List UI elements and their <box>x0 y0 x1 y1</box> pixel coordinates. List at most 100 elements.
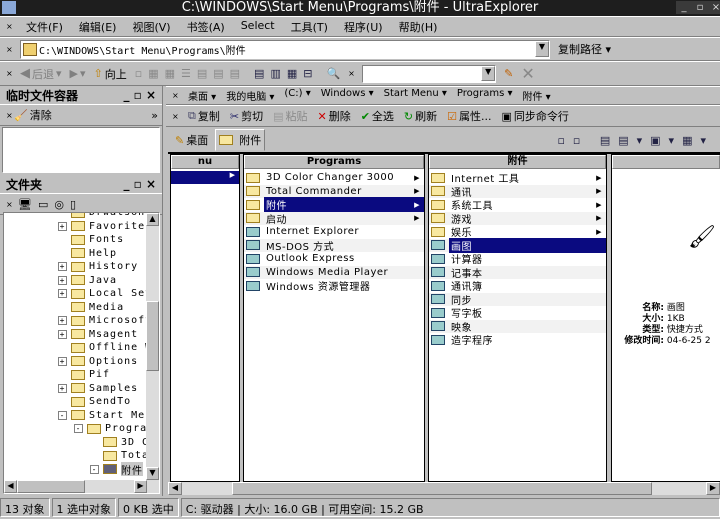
view-mode-buttons[interactable]: ▫▦▦☰▤▤▤ <box>135 67 246 80</box>
menu-item[interactable]: 视图(V) <box>132 19 170 35</box>
folder-tree[interactable]: Drwatson + Favorites Fonts Help + History + Java… <box>3 212 160 494</box>
grip-icon[interactable]: × <box>172 112 179 121</box>
expand-icon[interactable]: + <box>58 221 67 231</box>
breadcrumb-item[interactable]: Start Menu ▾ <box>384 88 447 103</box>
tree-item[interactable]: SendTo <box>4 395 146 409</box>
list-item[interactable]: Outlook Express <box>244 252 424 266</box>
breadcrumb-item[interactable]: (C:) ▾ <box>284 88 310 103</box>
list-item[interactable]: 游戏 ▶ <box>429 211 606 226</box>
list-item[interactable]: Internet 工具 ▶ <box>429 171 606 185</box>
list-item[interactable]: MS-DOS 方式 <box>244 238 424 253</box>
tree-item[interactable]: + Microsoft. <box>4 314 146 328</box>
tree-item[interactable]: - 附件 <box>4 461 146 476</box>
action-properties-button[interactable]: ☑ 属性... <box>447 108 491 124</box>
grip-icon[interactable]: × <box>6 111 13 120</box>
address-input[interactable]: C:\WINDOWS\Start Menu\Programs\附件 ▼ <box>20 39 550 59</box>
breadcrumb-item[interactable]: 附件 ▾ <box>523 88 551 103</box>
maximize-button[interactable]: ▫ <box>692 1 708 14</box>
tree-item[interactable]: 3D C <box>4 436 146 450</box>
grip-icon[interactable]: × <box>6 69 13 78</box>
panel-controls[interactable]: _ ▫ × <box>123 177 156 191</box>
menu-item[interactable]: 编辑(E) <box>79 19 117 35</box>
drive-icon[interactable]: ▭ <box>38 198 48 211</box>
list-item[interactable]: 映象 <box>429 319 606 334</box>
chevron-down-icon[interactable]: ▾ <box>266 92 274 103</box>
column-header[interactable]: Programs <box>244 155 424 169</box>
tree-item[interactable]: Media <box>4 301 146 315</box>
tree-item[interactable]: + Msagent <box>4 328 146 342</box>
list-item[interactable]: 造字程序 <box>429 333 606 347</box>
expand-icon[interactable]: + <box>58 275 67 285</box>
list-item[interactable]: 同步 <box>429 292 606 307</box>
minimize-button[interactable]: _ <box>676 1 692 14</box>
collapse-icon[interactable]: - <box>74 424 83 434</box>
breadcrumb-item[interactable]: Windows ▾ <box>321 88 374 103</box>
menu-item[interactable]: 帮助(H) <box>399 19 438 35</box>
tree-item[interactable]: Help <box>4 247 146 261</box>
column-1[interactable]: nu ▶ <box>170 154 240 482</box>
column-programs[interactable]: Programs 3D Color Changer 3000 ▶ Total Comm… <box>243 154 425 482</box>
edit-icon[interactable]: ✎ <box>504 67 513 80</box>
layout-buttons[interactable]: ▤▥▦⊟ <box>254 67 318 80</box>
tree-item[interactable]: + Local Sett <box>4 287 146 301</box>
column-header[interactable]: 附件 <box>429 155 606 169</box>
clear-button[interactable]: × 🧹 清除 <box>6 107 52 123</box>
scroll-right-button[interactable]: ▶ <box>134 480 147 493</box>
forward-button[interactable]: ▶ ▾ <box>70 67 86 80</box>
action-refresh-button[interactable]: ↻ 刷新 <box>404 108 437 124</box>
grip-icon[interactable]: × <box>6 200 13 209</box>
action-cut-button[interactable]: ✂ 剪切 <box>230 108 263 124</box>
action-paste-button[interactable]: ▤ 粘贴 <box>273 108 307 124</box>
back-button[interactable]: ◀ 后退 ▾ <box>20 66 62 82</box>
column-accessories[interactable]: 附件 Internet 工具 ▶ 通讯 ▶ 系统工具 ▶ 游戏 ▶ 娱乐 ▶ 画图 计算器 记事本 通讯簿同… <box>428 154 607 482</box>
list-item[interactable]: 记事本 <box>429 265 606 280</box>
action-console-button[interactable]: ▣ 同步命令行 <box>502 108 569 124</box>
list-item[interactable]: 通讯簿 <box>429 279 606 293</box>
list-item[interactable]: 3D Color Changer 3000 ▶ <box>244 171 424 185</box>
tree-item[interactable]: + Options <box>4 355 146 369</box>
expand-icon[interactable]: + <box>58 329 67 339</box>
search-dropdown[interactable]: ▼ <box>481 65 496 81</box>
scroll-left-button[interactable]: ◀ <box>168 482 182 495</box>
chevron-down-icon[interactable]: ▾ <box>303 88 311 99</box>
list-item[interactable]: 画图 <box>429 237 606 253</box>
scroll-left-button[interactable]: ◀ <box>4 480 17 493</box>
scroll-down-button[interactable]: ▼ <box>146 467 159 480</box>
copy-path-button[interactable]: 复制路径 ▾ <box>558 41 611 57</box>
tree-item[interactable]: Pif <box>4 368 146 382</box>
breadcrumb-item[interactable]: Programs ▾ <box>457 88 513 103</box>
list-item[interactable]: 启动 ▶ <box>244 211 424 226</box>
list-item[interactable]: 系统工具 ▶ <box>429 198 606 212</box>
breadcrumb-item[interactable]: 桌面 ▾ <box>188 88 216 103</box>
scroll-up-button[interactable]: ▲ <box>146 213 159 226</box>
action-copy-button[interactable]: ⧉ 复制 <box>188 108 220 124</box>
list-item[interactable]: Windows Media Player <box>244 265 424 279</box>
scroll-thumb[interactable] <box>146 301 159 371</box>
menu-item[interactable]: 书签(A) <box>187 19 225 35</box>
tree-item[interactable]: + Java <box>4 274 146 288</box>
tree-item[interactable]: + Favorites <box>4 220 146 234</box>
chevron-down-icon[interactable]: ▾ <box>543 92 551 103</box>
app-icon[interactable] <box>2 1 16 14</box>
tree-item[interactable]: Drwatson <box>4 213 146 220</box>
list-item[interactable]: 通讯 ▶ <box>429 184 606 199</box>
expand-icon[interactable]: + <box>58 289 67 299</box>
grip-icon[interactable]: × <box>6 22 13 31</box>
tree-item[interactable]: + History <box>4 260 146 274</box>
panel-controls[interactable]: _ ▫ × <box>123 88 156 102</box>
selected-item[interactable]: ▶ <box>171 171 239 184</box>
tree-item[interactable]: Tota <box>4 449 146 463</box>
desktop-icon[interactable]: 🖥 <box>18 198 32 211</box>
tab-toolbar-icons[interactable]: ▫▫ ▤▤▾▣▾▦▾ <box>557 134 720 147</box>
chevron-down-icon[interactable]: ▾ <box>439 88 447 99</box>
scroll-right-button[interactable]: ▶ <box>706 482 720 495</box>
chevron-down-icon[interactable]: ▾ <box>365 88 374 99</box>
menu-item[interactable]: 工具(T) <box>291 19 328 35</box>
search-input[interactable]: ▼ <box>362 64 497 83</box>
close-button[interactable]: × <box>708 1 720 14</box>
scroll-thumb[interactable] <box>17 480 85 493</box>
tab-accessories[interactable]: 附件 <box>215 129 266 151</box>
address-dropdown[interactable]: ▼ <box>535 41 549 57</box>
tree-item[interactable]: - Program <box>4 422 146 436</box>
expand-icon[interactable]: + <box>58 262 67 272</box>
